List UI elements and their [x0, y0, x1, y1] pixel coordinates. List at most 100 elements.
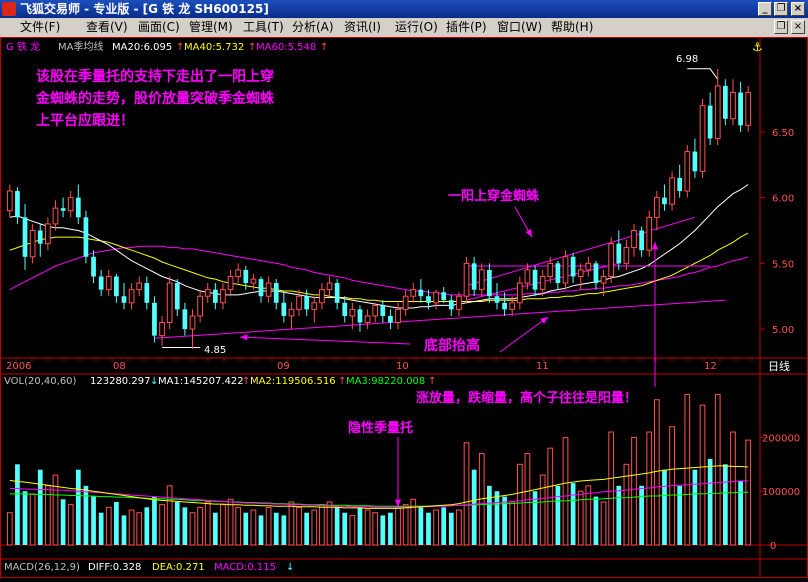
menu-plugins[interactable]: 插件(P): [446, 18, 487, 37]
candle-body-up: [577, 269, 584, 277]
candle-body-down: [722, 85, 728, 119]
menu-view[interactable]: 查看(V): [86, 18, 128, 37]
candle-body-down: [677, 177, 683, 192]
menu-run[interactable]: 运行(O): [395, 18, 438, 37]
volume-bar-down: [722, 464, 728, 545]
candle-body-down: [258, 279, 264, 297]
annotation-main-line-3: 上平台应跟进！: [36, 112, 134, 129]
volume-bar-up: [433, 509, 439, 546]
volume-bar-down: [304, 512, 310, 545]
volume-bar-up: [372, 512, 379, 546]
mdi-restore-button[interactable]: ❐: [774, 20, 788, 34]
candle-body-down: [662, 197, 667, 205]
annotation-bottom-rise: 底部抬高: [424, 337, 480, 354]
candle-body-up: [699, 105, 706, 172]
volume-bar-down: [273, 512, 279, 545]
volume-bar-down: [15, 464, 20, 545]
menu-tools[interactable]: 工具(T): [243, 18, 284, 37]
volume-bar-up: [250, 509, 257, 546]
macd-value: MACD:0.115: [214, 562, 276, 573]
window-titlebar: 飞狐交易师 - 专业版 - [G 铁 龙 SH600125] _ ❐ ×: [0, 0, 808, 18]
volume-bar-up: [29, 493, 36, 546]
volume-bars: [6, 393, 752, 546]
candlesticks: [6, 68, 752, 349]
volume-bar-up: [52, 474, 59, 546]
candle-body-down: [639, 230, 644, 251]
volume-bar-down: [494, 491, 500, 545]
volume-label: VOL(20,40,60): [4, 376, 77, 387]
period-label[interactable]: 日线: [768, 359, 790, 373]
annotation-main-line-2: 金蜘蛛的走势，股价放量突破季金蜘蛛: [35, 90, 275, 107]
volume-bar-down: [37, 469, 43, 545]
volume-bar-up: [128, 509, 135, 546]
volume-bar-down: [662, 469, 667, 545]
candle-body-down: [182, 309, 188, 330]
candle-body-up: [364, 315, 371, 324]
candle-body-up: [372, 304, 379, 317]
candle-body-up: [288, 308, 295, 317]
menu-manage[interactable]: 管理(M): [189, 18, 233, 37]
volume-bar-up: [608, 431, 615, 546]
minimize-button[interactable]: _: [758, 2, 772, 16]
restore-button[interactable]: ❐: [774, 2, 788, 16]
candle-body-up: [516, 282, 523, 304]
volume-bar-down: [243, 512, 249, 545]
volume-bar-down: [738, 480, 743, 545]
volume-ma2: MA2:119506.516: [250, 376, 336, 387]
chart-area: G 铁 龙 MA季均线 MA20:6.095 ↑ MA40:5.732 ↑ MA…: [0, 37, 808, 578]
candle-body-down: [570, 256, 576, 277]
macd-arrow: ↓: [286, 562, 294, 573]
candle-body-up: [547, 262, 554, 277]
candle-body-down: [494, 296, 500, 303]
menu-window[interactable]: 窗口(W): [497, 18, 542, 37]
ma40-line: [9, 232, 749, 302]
candle-body-up: [197, 295, 203, 317]
close-button[interactable]: ×: [791, 2, 805, 16]
volume-ma3-arrow: ↑: [428, 376, 436, 387]
menu-help[interactable]: 帮助(H): [551, 18, 593, 37]
app-logo-icon: [2, 2, 16, 16]
volume-bar-up: [189, 512, 196, 546]
candle-body-up: [319, 289, 325, 304]
candle-body-down: [144, 283, 150, 303]
candle-body-up: [653, 197, 660, 218]
stock-name: G 铁 龙: [6, 40, 40, 53]
menu-file[interactable]: 文件(F): [20, 18, 60, 37]
volume-value: 123280.297: [90, 376, 150, 387]
candle-body-down: [174, 283, 180, 310]
volume-bar-down: [570, 483, 576, 545]
candle-body-up: [463, 262, 470, 297]
volume-bar-up: [364, 509, 371, 546]
time-label-11: 11: [536, 361, 549, 372]
menu-info[interactable]: 资讯(I): [344, 18, 381, 37]
time-label-08: 08: [113, 361, 126, 372]
time-label-10: 10: [396, 361, 409, 372]
menu-analysis[interactable]: 分析(A): [292, 18, 334, 37]
volume-bar-down: [22, 491, 28, 545]
candle-body-down: [388, 315, 393, 323]
candle-body-up: [52, 207, 59, 225]
volume-bar-down: [441, 507, 447, 545]
candle-body-up: [105, 275, 112, 291]
candle-body-down: [334, 283, 340, 303]
candle-body-up: [623, 247, 630, 264]
volume-bar-up: [714, 393, 721, 546]
anchor-icon[interactable]: ⚓: [752, 40, 763, 54]
annotation-arrow: [499, 316, 549, 353]
volume-bar-up: [349, 514, 356, 546]
volume-bar-down: [448, 512, 454, 545]
mdi-close-button[interactable]: ×: [791, 20, 805, 34]
candle-body-up: [478, 269, 485, 291]
candle-body-down: [304, 296, 310, 310]
candle-body-up: [227, 275, 234, 291]
menu-screen[interactable]: 画面(C): [138, 18, 180, 37]
candle-body-up: [67, 197, 74, 212]
volume-bar-up: [136, 512, 143, 546]
candle-body-down: [91, 256, 96, 277]
candle-body-up: [349, 308, 356, 317]
volume-bar-up: [463, 442, 470, 546]
volume-bar-up: [6, 512, 13, 546]
volume-bar-up: [585, 485, 592, 546]
annotation-one-yang: 一阳上穿金蜘蛛: [448, 188, 540, 204]
candle-body-up: [509, 302, 516, 310]
